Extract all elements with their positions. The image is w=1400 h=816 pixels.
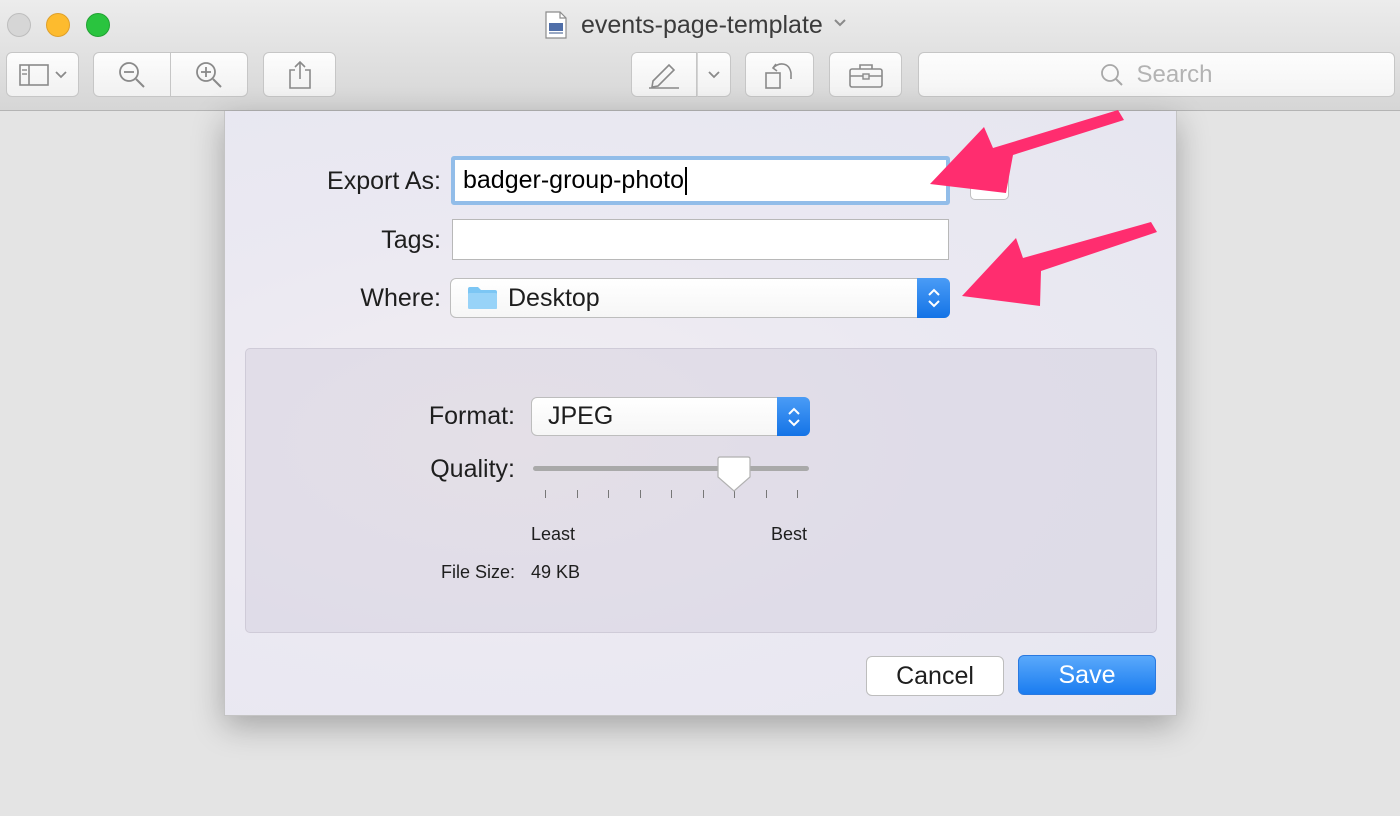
minimize-window-button[interactable]: [46, 13, 70, 37]
options-panel: [245, 348, 1157, 633]
markup-button[interactable]: [631, 52, 697, 97]
quality-slider-tick: [608, 490, 609, 498]
zoom-out-button[interactable]: [93, 52, 171, 97]
search-icon: [1101, 63, 1124, 86]
window-title: events-page-template: [581, 10, 823, 39]
tags-label: Tags:: [381, 226, 441, 254]
sidebar-toggle-button[interactable]: [6, 52, 79, 97]
rotate-button[interactable]: [745, 52, 814, 97]
share-icon: [288, 60, 311, 89]
search-placeholder: Search: [1136, 60, 1213, 88]
tags-input[interactable]: [452, 219, 949, 260]
rotate-icon: [764, 62, 792, 89]
quality-max-label: Best: [771, 524, 808, 544]
export-as-label: Export As:: [327, 167, 441, 195]
where-stepper: [917, 278, 950, 318]
quality-slider-tick: [639, 490, 641, 498]
zoom-in-icon: [196, 61, 222, 88]
zoom-out-icon: [119, 61, 145, 88]
quality-slider-tick: [797, 490, 798, 498]
markup-icon: [649, 63, 679, 89]
where-popup[interactable]: Desktop: [450, 278, 950, 318]
format-stepper: [777, 397, 810, 436]
quality-slider-tick: [671, 490, 672, 498]
markup-dropdown-button[interactable]: [697, 52, 731, 97]
sidebar-icon: [18, 63, 67, 86]
file-size-value: 49 KB: [531, 562, 581, 582]
title-bar: events-page-template Search: [0, 0, 1400, 111]
quality-label: Quality:: [430, 455, 515, 483]
chevron-down-icon[interactable]: [833, 18, 847, 28]
toolbox-button[interactable]: [829, 52, 902, 97]
share-button[interactable]: [263, 52, 336, 97]
file-size-label: File Size:: [440, 562, 515, 582]
search-field[interactable]: Search: [918, 52, 1395, 97]
quality-slider-tick: [576, 490, 578, 498]
text-caret: [685, 166, 687, 195]
maximize-window-button[interactable]: [86, 13, 110, 37]
quality-slider-tick: [702, 490, 704, 498]
where-label: Where:: [360, 284, 441, 312]
quality-slider-track[interactable]: [533, 466, 809, 471]
format-popup[interactable]: JPEG: [531, 397, 810, 436]
close-window-button[interactable]: [7, 13, 31, 37]
quality-min-label: Least: [531, 524, 576, 544]
format-label: Format:: [428, 402, 515, 430]
toolbox-icon: [848, 63, 883, 88]
where-value: Desktop: [508, 283, 600, 312]
zoom-in-button[interactable]: [171, 52, 248, 97]
format-value: JPEG: [548, 402, 614, 430]
up-down-chevron-icon: [927, 288, 940, 308]
export-as-input[interactable]: badger-group-photo: [451, 156, 950, 205]
window-title-area[interactable]: events-page-template: [545, 8, 847, 42]
export-as-value: badger-group-photo: [463, 166, 684, 194]
quality-slider-tick: [545, 490, 546, 498]
up-down-chevron-icon: [787, 407, 800, 426]
expand-dialog-button[interactable]: [970, 160, 1009, 200]
folder-icon: [468, 287, 497, 309]
export-sheet: Export As: badger-group-photo Tags: Wher…: [224, 111, 1177, 716]
cancel-button[interactable]: Cancel: [866, 656, 1004, 696]
document-icon: [545, 11, 567, 39]
chevron-down-icon: [708, 70, 720, 78]
quality-slider-tick: [765, 490, 767, 498]
save-button[interactable]: Save: [1018, 655, 1156, 695]
quality-slider-knob[interactable]: [717, 455, 751, 493]
